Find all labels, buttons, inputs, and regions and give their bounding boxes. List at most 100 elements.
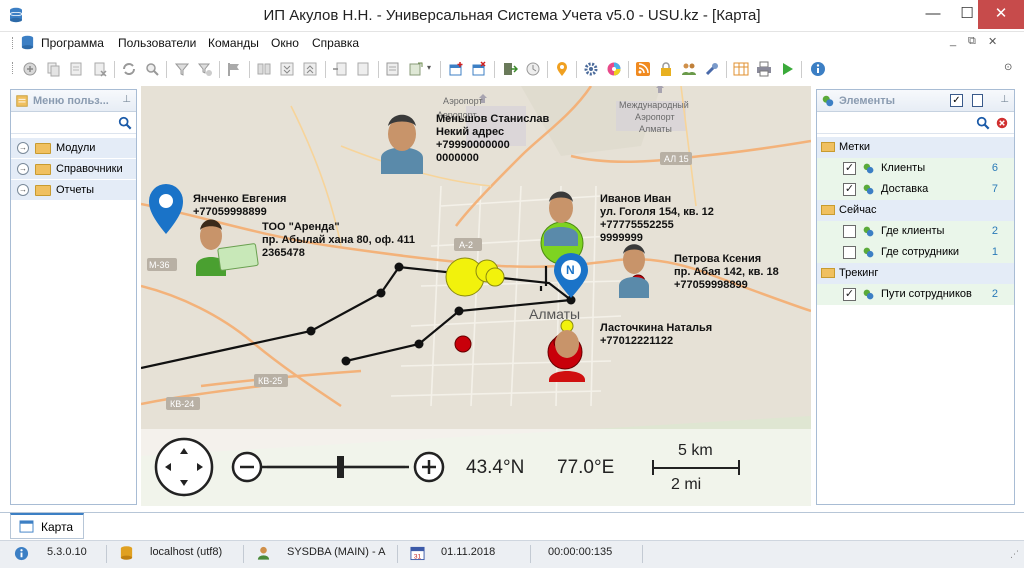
print-preview-icon[interactable]	[385, 61, 401, 77]
pin-icon[interactable]: ⊥	[1000, 94, 1009, 105]
mdi-restore-button[interactable]: ⧉	[968, 35, 976, 48]
group-icon[interactable]	[256, 61, 272, 77]
marker-label-petrova[interactable]: Петрова Ксения пр. Абая 142, кв. 18 +770…	[674, 253, 779, 292]
expand-arrow-icon[interactable]: →	[17, 184, 29, 196]
elements-group[interactable]: Метки	[817, 137, 1014, 158]
new-window-icon[interactable]	[448, 61, 464, 77]
database-text: localhost (utf8)	[150, 546, 223, 558]
marker-label-yanchenko[interactable]: Янченко Евгения +77059998899	[193, 193, 286, 219]
pin-icon[interactable]: ⊥	[122, 94, 131, 105]
elements-item[interactable]: ✓ Клиенты 6	[817, 158, 1014, 179]
marker-label-arenda[interactable]: ТОО "Аренда" пр. Абылай хана 80, оф. 411…	[262, 221, 415, 260]
item-checkbox[interactable]: ✓	[843, 288, 856, 301]
menu-users[interactable]: Пользователи	[118, 36, 196, 50]
menu-item-reports[interactable]: → Отчеты	[11, 180, 136, 201]
resize-grip-icon[interactable]: ⋰	[1010, 549, 1019, 560]
flag-icon[interactable]	[226, 61, 242, 77]
toolbar-separator	[249, 61, 250, 78]
filter-clear-icon[interactable]	[197, 61, 213, 77]
toolbar-options-icon[interactable]: ⊙	[1004, 62, 1012, 73]
layer-item-icon	[863, 289, 874, 300]
menu-program[interactable]: Программа	[41, 36, 104, 50]
check-all-icon[interactable]: ✓	[950, 94, 963, 107]
user-menu-search[interactable]	[11, 112, 136, 134]
item-label: Где сотрудники	[881, 246, 960, 258]
export-dropdown-icon[interactable]: ▾	[427, 63, 431, 72]
collapse-all-icon[interactable]	[302, 61, 318, 77]
elements-item[interactable]: ✓ Пути сотрудников 2	[817, 284, 1014, 305]
expand-arrow-icon[interactable]: →	[17, 142, 29, 154]
location-pin-icon[interactable]	[554, 61, 570, 77]
elements-group[interactable]: Трекинг	[817, 263, 1014, 284]
window-icon	[19, 520, 34, 533]
scale-km-label: 5 km	[678, 442, 713, 459]
folder-open-icon	[821, 268, 835, 278]
tools-icon[interactable]	[704, 61, 720, 77]
print-icon[interactable]	[756, 61, 772, 77]
marker-label-lastochkina[interactable]: Ласточкина Наталья +77012221122	[600, 322, 712, 348]
close-button[interactable]: ✕	[978, 0, 1024, 29]
item-checkbox[interactable]: ✓	[843, 162, 856, 175]
expand-all-icon[interactable]	[279, 61, 295, 77]
minimize-button[interactable]: —	[916, 0, 950, 29]
pan-control[interactable]	[156, 439, 212, 495]
status-bar: 5.3.0.10 localhost (utf8) SYSDBA (MAIN) …	[0, 540, 1024, 568]
history-icon[interactable]	[525, 61, 541, 77]
play-icon[interactable]	[779, 61, 795, 77]
clear-search-icon[interactable]	[996, 117, 1008, 129]
road-label-al15: АЛ 15	[664, 154, 689, 164]
folder-open-icon	[821, 142, 835, 152]
filter-icon[interactable]	[174, 61, 190, 77]
search-icon[interactable]	[976, 116, 990, 130]
copy-icon[interactable]	[45, 61, 61, 77]
item-checkbox[interactable]	[843, 246, 856, 259]
edit-icon[interactable]	[68, 61, 84, 77]
close-window-icon[interactable]	[471, 61, 487, 77]
item-label: Доставка	[881, 183, 929, 195]
export-icon[interactable]	[408, 61, 424, 77]
user-icon	[257, 546, 270, 560]
menu-help[interactable]: Справка	[312, 36, 359, 50]
elements-item[interactable]: ✓ Доставка 7	[817, 179, 1014, 200]
toolbar-separator	[378, 61, 379, 78]
zoom-in-button[interactable]	[415, 453, 443, 481]
elements-item[interactable]: Где клиенты 2	[817, 221, 1014, 242]
users-icon[interactable]	[681, 61, 697, 77]
uncheck-all-icon[interactable]	[972, 94, 983, 107]
elements-group[interactable]: Сейчас	[817, 200, 1014, 221]
toolbar-separator	[325, 61, 326, 78]
color-palette-icon[interactable]	[606, 61, 622, 77]
user-menu-title: Меню польз...	[33, 95, 109, 107]
elements-item[interactable]: Где сотрудники 1	[817, 242, 1014, 263]
refresh-icon[interactable]	[121, 61, 137, 77]
menu-window[interactable]: Окно	[271, 36, 299, 50]
search-icon[interactable]	[118, 116, 132, 130]
menu-item-directories[interactable]: → Справочники	[11, 159, 136, 180]
delete-icon[interactable]	[92, 61, 108, 77]
elements-search[interactable]	[817, 112, 1014, 134]
zoom-slider-handle[interactable]	[334, 455, 347, 479]
marker-label-menshov[interactable]: Меньшов Станислав Некий адрес +799900000…	[436, 113, 549, 165]
marker-label-ivanov[interactable]: Иванов Иван ул. Гоголя 154, кв. 12 +7777…	[600, 193, 714, 245]
item-checkbox[interactable]	[843, 225, 856, 238]
add-record-icon[interactable]	[22, 61, 38, 77]
item-checkbox[interactable]: ✓	[843, 183, 856, 196]
settings-gear-icon[interactable]	[583, 61, 599, 77]
info-icon[interactable]	[810, 61, 826, 77]
search-icon[interactable]	[144, 61, 160, 77]
mdi-minimize-button[interactable]: _	[950, 35, 956, 47]
zoom-out-button[interactable]	[233, 453, 261, 481]
exit-icon[interactable]	[502, 61, 518, 77]
insert-row-icon[interactable]	[332, 61, 348, 77]
expand-arrow-icon[interactable]: →	[17, 163, 29, 175]
menu-commands[interactable]: Команды	[208, 36, 259, 50]
rss-icon[interactable]	[635, 61, 651, 77]
table-icon[interactable]	[733, 61, 749, 77]
menu-item-modules[interactable]: → Модули	[11, 138, 136, 159]
folder-icon	[35, 164, 51, 175]
note-icon[interactable]	[355, 61, 371, 77]
lock-icon[interactable]	[658, 61, 674, 77]
map-view[interactable]: 43.4°N 77.0°E 5 km 2 mi М-36 А-2 АЛ 15 К…	[141, 86, 811, 506]
mdi-close-button[interactable]: ✕	[988, 35, 997, 48]
tab-map[interactable]: Карта	[10, 513, 84, 539]
